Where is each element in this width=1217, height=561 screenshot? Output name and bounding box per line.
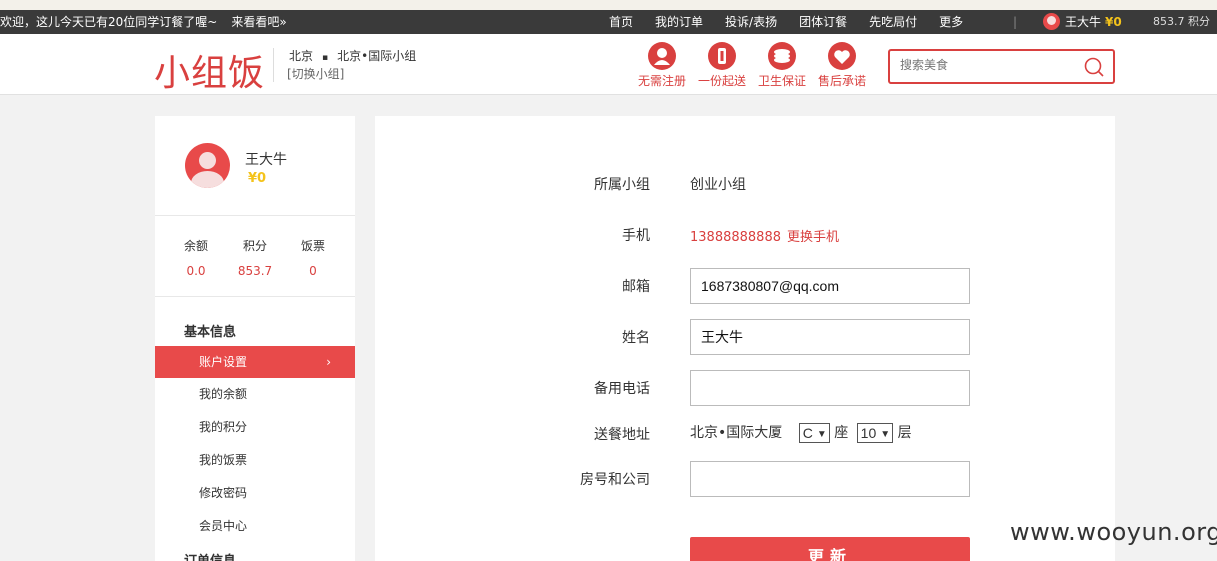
- sidebar-item-label: 我的饭票: [199, 453, 248, 467]
- sidebar-item-my-points[interactable]: 我的积分: [155, 411, 355, 443]
- nav-eat-first[interactable]: 先吃局付: [869, 10, 917, 34]
- account-settings-form: 所属小组 创业小组 手机 13888888888更换手机 邮箱 姓名 备用电话 …: [375, 116, 1115, 561]
- name-label: 姓名: [622, 330, 650, 346]
- phone-row: 13888888888 更换手机: [690, 226, 839, 245]
- location-group: 北京•国际小组: [337, 49, 417, 63]
- profile-name: 王大牛: [245, 152, 287, 168]
- sidebar-item-label: 修改密码: [199, 486, 248, 500]
- stat-value: 0: [309, 264, 317, 278]
- chevron-right-icon: ›: [326, 355, 331, 369]
- profile-card: 王大牛 ¥0: [155, 116, 355, 216]
- address-label: 送餐地址: [594, 427, 650, 443]
- floor-unit: 层: [897, 425, 912, 441]
- group-value: 创业小组: [690, 177, 746, 193]
- nav-more[interactable]: 更多: [939, 10, 963, 34]
- feature-hygiene[interactable]: 卫生保证: [752, 42, 812, 89]
- search-box: [888, 49, 1115, 84]
- stat-balance[interactable]: 余额 0.0: [166, 237, 226, 278]
- search-input[interactable]: [900, 58, 1070, 72]
- location: 北京 ▪ 北京•国际小组: [289, 47, 416, 64]
- seat-value: C: [802, 425, 813, 441]
- email-field[interactable]: [690, 268, 970, 304]
- user-avatar-icon: [1043, 13, 1060, 30]
- ticker-text: 欢迎，这儿今天已有20位同学订餐了喔~: [0, 15, 218, 29]
- phone-label: 手机: [622, 228, 650, 244]
- nav-separator: |: [1013, 15, 1018, 29]
- feature-one-serving[interactable]: 一份起送: [692, 42, 752, 89]
- one-icon: [708, 42, 736, 70]
- sidebar-item-label: 我的余额: [199, 387, 248, 401]
- address-row: 北京•国际大厦 C ▼ 座 10 ▼ 层: [690, 422, 912, 443]
- watermark: www.wooyun.org: [1010, 518, 1217, 546]
- sidebar-item-change-password[interactable]: 修改密码: [155, 477, 355, 509]
- stat-value: 853.7: [237, 264, 273, 278]
- chevron-down-icon: ▼: [880, 429, 891, 440]
- sidebar-item-account-settings[interactable]: 账户设置 ›: [155, 346, 355, 378]
- address-building: 北京•国际大厦: [690, 425, 783, 441]
- floor-select[interactable]: 10 ▼: [856, 423, 894, 443]
- phone-value: 13888888888: [690, 230, 781, 245]
- heart-icon: [828, 42, 856, 70]
- sidebar-item-label: 账户设置: [199, 355, 248, 369]
- top-user[interactable]: 王大牛 ¥0: [1043, 10, 1122, 34]
- user-icon: [648, 42, 676, 70]
- feature-no-register[interactable]: 无需注册: [632, 42, 692, 89]
- nav-my-orders[interactable]: 我的订单: [655, 10, 703, 34]
- floor-value: 10: [860, 425, 877, 441]
- chevron-down-icon: ▼: [816, 429, 827, 440]
- update-button[interactable]: 更新: [690, 537, 970, 561]
- sidebar-item-my-balance[interactable]: 我的余额: [155, 378, 355, 410]
- change-phone-link[interactable]: 更换手机: [787, 230, 839, 245]
- sidebar-item-label: 会员中心: [199, 519, 248, 533]
- feature-label: 卫生保证: [757, 74, 806, 88]
- section-basic-info: 基本信息: [184, 325, 237, 340]
- site-logo[interactable]: 小组饭: [154, 44, 265, 96]
- stat-points[interactable]: 积分 853.7: [225, 237, 285, 278]
- location-dot: ▪: [322, 53, 329, 63]
- account-stats: 余额 0.0 积分 853.7 饭票 0: [155, 217, 355, 297]
- top-user-name: 王大牛: [1065, 15, 1102, 29]
- account-sidebar: 王大牛 ¥0 余额 0.0 积分 853.7 饭票 0 基本信息 账户设置 › …: [155, 116, 355, 561]
- top-points[interactable]: 853.7 积分: [1153, 10, 1210, 34]
- welcome-ticker: 欢迎，这儿今天已有20位同学订餐了喔~ 来看看吧»: [0, 10, 287, 34]
- top-bar: 欢迎，这儿今天已有20位同学订餐了喔~ 来看看吧» 首页 我的订单 投诉/表扬 团体订餐…: [0, 0, 1217, 34]
- backup-phone-field[interactable]: [690, 370, 970, 406]
- stat-value: 0.0: [186, 264, 206, 278]
- switch-group-link[interactable]: [切换小组]: [287, 65, 344, 82]
- location-city: 北京: [289, 49, 314, 63]
- feature-label: 售后承诺: [817, 74, 866, 88]
- top-nav: 首页 我的订单 投诉/表扬 团体订餐 先吃局付 更多: [609, 10, 985, 34]
- stat-label: 积分: [242, 239, 267, 253]
- feature-label: 一份起送: [697, 74, 746, 88]
- room-company-field[interactable]: [690, 461, 970, 497]
- site-header: 小组饭 北京 ▪ 北京•国际小组 [切换小组] 无需注册 一份起送 卫生保证 售后承…: [0, 34, 1217, 95]
- profile-coin: ¥0: [248, 171, 267, 186]
- sidebar-item-label: 我的积分: [199, 420, 248, 434]
- group-label: 所属小组: [594, 177, 650, 193]
- sidebar-item-my-tickets[interactable]: 我的饭票: [155, 444, 355, 476]
- feature-after-sales[interactable]: 售后承诺: [812, 42, 872, 89]
- stat-label: 余额: [183, 239, 208, 253]
- avatar-icon: [185, 143, 230, 188]
- room-label: 房号和公司: [580, 472, 650, 488]
- sidebar-item-member-center[interactable]: 会员中心: [155, 510, 355, 542]
- backup-phone-label: 备用电话: [594, 381, 650, 397]
- name-field[interactable]: [690, 319, 970, 355]
- nav-complaints[interactable]: 投诉/表扬: [725, 10, 777, 34]
- search-icon[interactable]: [1083, 56, 1105, 78]
- nav-home[interactable]: 首页: [609, 10, 633, 34]
- nav-group-order[interactable]: 团体订餐: [799, 10, 847, 34]
- seat-unit: 座: [834, 425, 849, 441]
- top-user-coin: ¥0: [1105, 15, 1122, 29]
- ticker-link[interactable]: 来看看吧»: [231, 15, 286, 29]
- stat-label: 饭票: [300, 239, 325, 253]
- feature-label: 无需注册: [637, 74, 686, 88]
- logo-divider: [273, 48, 274, 82]
- stat-tickets[interactable]: 饭票 0: [283, 237, 343, 278]
- email-label: 邮箱: [622, 279, 650, 295]
- section-order-info: 订单信息: [184, 550, 236, 561]
- seat-select[interactable]: C ▼: [798, 423, 830, 443]
- shield-icon: [768, 42, 796, 70]
